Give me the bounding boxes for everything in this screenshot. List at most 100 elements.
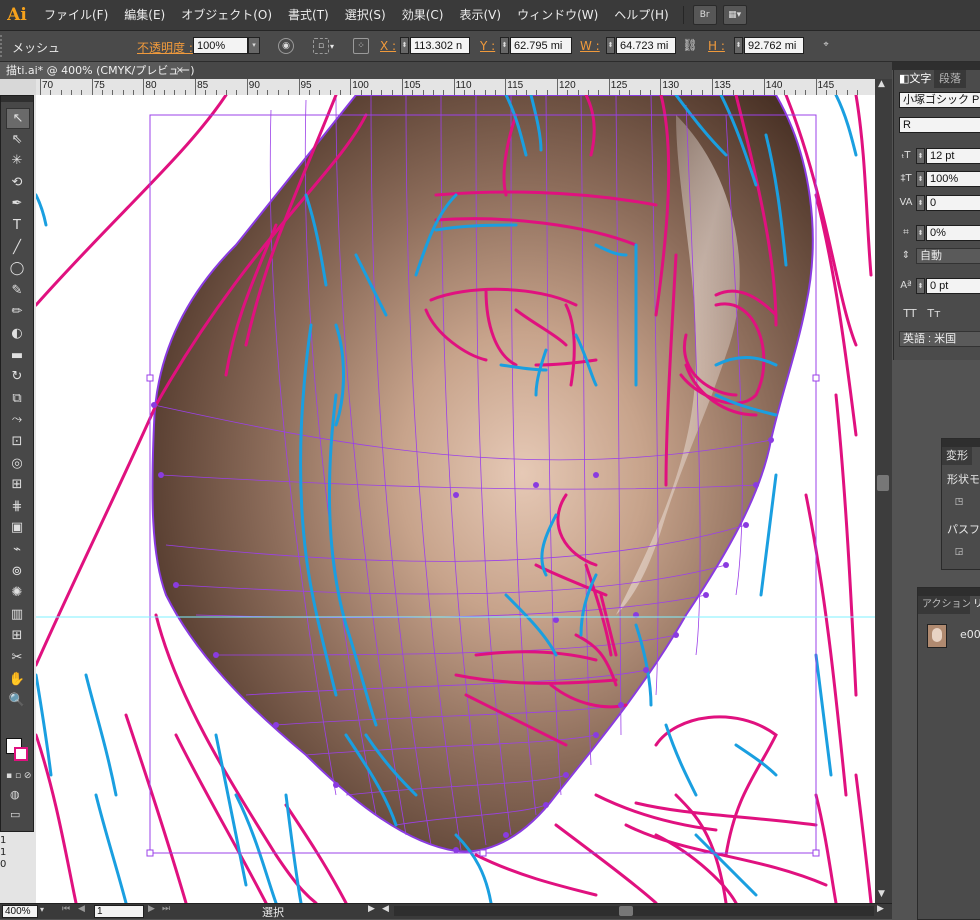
font-family-field[interactable]: 小塚ゴシック P <box>899 92 980 108</box>
blend-tool-icon[interactable]: ⊚ <box>6 562 28 581</box>
shape-builder-icon[interactable]: ◎ <box>6 454 28 473</box>
reference-point-icon[interactable]: ⁘ <box>353 38 369 54</box>
menu-help[interactable]: ヘルプ(H) <box>606 0 676 30</box>
eyedropper-icon[interactable]: ⌁ <box>6 540 28 559</box>
actions-panel-grip[interactable] <box>918 588 980 596</box>
perspective-grid-icon[interactable]: ⊞ <box>6 475 28 494</box>
slice-tool-icon[interactable]: ✂ <box>6 648 28 667</box>
horizontal-scroll-track[interactable] <box>394 906 874 916</box>
small-caps-button[interactable]: Tт <box>926 306 942 322</box>
baseline-shift-stepper[interactable]: ⬍ <box>916 278 925 294</box>
transform-reference-icon[interactable]: ▫ <box>313 38 329 54</box>
opacity-dropdown[interactable]: ▾ <box>248 37 260 54</box>
warp-icon[interactable]: ⤳ <box>6 410 28 429</box>
scroll-left-arrow-icon[interactable]: ◀ <box>382 904 389 914</box>
artboard-number-field[interactable]: 1 <box>94 905 144 918</box>
status-menu-icon[interactable]: ▶ <box>368 904 375 914</box>
direct-selection-tool-icon[interactable]: ⇖ <box>6 130 28 149</box>
menu-type[interactable]: 書式(T) <box>280 0 337 30</box>
line-tool-icon[interactable]: ╱ <box>6 238 28 257</box>
pencil-icon[interactable]: ✏ <box>6 302 28 321</box>
font-style-field[interactable]: R <box>899 117 980 133</box>
panel-dock-grip[interactable] <box>892 62 980 70</box>
divide-shape-icon[interactable]: ◲ <box>950 545 968 559</box>
link-thumbnail[interactable] <box>927 624 947 648</box>
menu-select[interactable]: 選択(S) <box>337 0 394 30</box>
tsume-field[interactable]: 0% <box>926 225 980 241</box>
y-label[interactable]: Y : <box>480 39 495 53</box>
constrain-proportions-icon[interactable]: ⛓ <box>682 38 698 54</box>
x-label[interactable]: X : <box>380 39 396 53</box>
recolor-icon[interactable]: ◉ <box>278 38 294 54</box>
font-size-field[interactable]: 12 pt <box>926 148 980 164</box>
chevron-down-icon[interactable]: ▾ <box>330 42 334 51</box>
tracking-field[interactable]: 0 <box>926 195 980 211</box>
vertical-scroll-thumb[interactable] <box>877 475 889 491</box>
last-artboard-icon[interactable]: ⏭ <box>162 904 170 914</box>
tracking-stepper[interactable]: ⬍ <box>916 195 925 211</box>
y-stepper[interactable]: ⬍ <box>500 37 509 54</box>
vertical-scale-stepper[interactable]: ⬍ <box>916 171 925 187</box>
scroll-right-arrow-icon[interactable]: ▶ <box>877 904 884 914</box>
leading-field[interactable]: 自動 <box>916 248 980 264</box>
menu-edit[interactable]: 編集(E) <box>116 0 173 30</box>
free-transform-icon[interactable]: ⊡ <box>6 432 28 451</box>
h-stepper[interactable]: ⬍ <box>734 37 743 54</box>
tab-actions[interactable]: アクション <box>918 596 976 614</box>
x-stepper[interactable]: ⬍ <box>400 37 409 54</box>
y-field[interactable]: 62.795 mi <box>510 37 572 54</box>
scroll-down-arrow-icon[interactable]: ▼ <box>878 889 885 899</box>
first-artboard-icon[interactable]: ⏮ <box>62 904 70 914</box>
drawing-mode-icon[interactable]: ◍ <box>10 788 20 801</box>
w-stepper[interactable]: ⬍ <box>606 37 615 54</box>
zoom-field[interactable]: 400% <box>2 905 38 918</box>
next-artboard-icon[interactable]: ▶ <box>148 904 155 914</box>
bridge-button[interactable]: Br <box>692 5 717 25</box>
stroke-swatch[interactable] <box>14 747 28 761</box>
menu-view[interactable]: 表示(V) <box>451 0 509 30</box>
previous-artboard-icon[interactable]: ◀ <box>78 904 85 914</box>
paintbrush-icon[interactable]: ✎ <box>6 281 28 300</box>
ellipse-tool-icon[interactable]: ◯ <box>6 259 28 278</box>
ruler-origin[interactable] <box>0 79 36 96</box>
all-caps-button[interactable]: TT <box>902 306 918 322</box>
symbol-sprayer-icon[interactable]: ✺ <box>6 583 28 602</box>
baseline-shift-field[interactable]: 0 pt <box>926 278 980 294</box>
document-tab[interactable]: 描ti.ai* @ 400% (CMYK/プレビュー) × <box>0 62 195 79</box>
menu-object[interactable]: オブジェクト(O) <box>173 0 280 30</box>
workspace-layout-button[interactable]: ▦▾ <box>722 5 747 25</box>
font-size-stepper[interactable]: ⬍ <box>916 148 925 164</box>
scale-icon[interactable]: ⧉ <box>6 389 28 408</box>
eraser-icon[interactable]: ▬ <box>6 346 28 365</box>
fill-stroke-swatches[interactable] <box>6 738 30 764</box>
ruler-horizontal[interactable]: 70 75 80 85 90 95 100 105 110 115 120 125 130 135 140 1… <box>36 79 875 96</box>
tools-panel-grip[interactable] <box>1 96 33 102</box>
hand-tool-icon[interactable]: ✋ <box>6 670 28 689</box>
opacity-field[interactable]: 100% <box>193 37 248 54</box>
link-item-name[interactable]: e00 <box>960 628 980 641</box>
h-field[interactable]: 92.762 mi <box>744 37 804 54</box>
transform-panel-grip[interactable] <box>942 439 980 447</box>
tab-links[interactable]: リ <box>970 596 980 614</box>
vertical-scrollbar[interactable]: ▲ ▼ <box>875 79 892 903</box>
rotate-icon[interactable]: ↻ <box>6 367 28 386</box>
graph-tool-icon[interactable]: ▥ <box>6 605 28 624</box>
magic-wand-icon[interactable]: ✳ <box>6 151 28 170</box>
tab-transform[interactable]: 変形 <box>942 447 972 465</box>
pen-tool-icon[interactable]: ✒ <box>6 194 28 213</box>
blob-brush-icon[interactable]: ◐ <box>6 324 28 343</box>
x-field[interactable]: 113.302 n <box>410 37 470 54</box>
zoom-dropdown-icon[interactable]: ▾ <box>40 905 44 914</box>
vertical-scale-field[interactable]: 100% <box>926 171 980 187</box>
w-field[interactable]: 64.723 mi <box>616 37 676 54</box>
control-grip[interactable] <box>0 35 6 57</box>
gradient-tool-icon[interactable]: ▣ <box>6 518 28 537</box>
scroll-up-arrow-icon[interactable]: ▲ <box>878 79 885 89</box>
artboard-canvas[interactable] <box>36 95 875 903</box>
menu-effect[interactable]: 効果(C) <box>394 0 452 30</box>
tab-paragraph[interactable]: 段落 <box>934 70 966 88</box>
type-tool-icon[interactable]: T <box>6 216 28 235</box>
menu-window[interactable]: ウィンドウ(W) <box>509 0 606 30</box>
close-icon[interactable]: × <box>176 62 184 79</box>
tsume-stepper[interactable]: ⬍ <box>916 225 925 241</box>
